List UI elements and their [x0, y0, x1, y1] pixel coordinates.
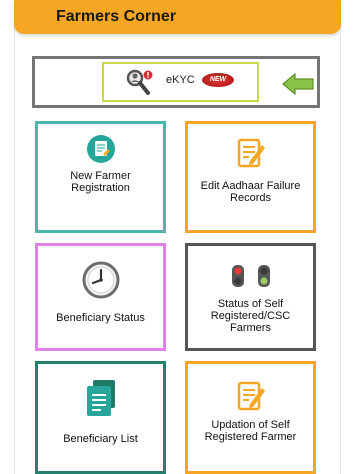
edit-document-icon [237, 138, 265, 168]
traffic-light-icon [231, 265, 270, 287]
search-person-icon [126, 69, 153, 95]
beneficiary-status-card[interactable]: Beneficiary Status [35, 243, 166, 351]
farmer-registration-icon [86, 135, 115, 163]
new-badge: NEW [202, 73, 234, 87]
header-title: Farmers Corner [56, 8, 177, 25]
card-label: Updation of Self Registered Farmer [204, 419, 297, 443]
edit-aadhaar-failure-records-card[interactable]: Edit Aadhaar Failure Records [185, 121, 316, 233]
updation-self-registered-farmer-card[interactable]: Updation of Self Registered Farmer [185, 361, 316, 474]
farmers-corner-header: Farmers Corner [14, 0, 341, 34]
card-label: New Farmer Registration [70, 170, 131, 194]
new-farmer-registration-card[interactable]: New Farmer Registration [35, 121, 166, 233]
card-label: Status of Self Registered/CSC Farmers [210, 298, 291, 334]
self-registered-status-card[interactable]: Status of Self Registered/CSC Farmers [185, 243, 316, 351]
card-label: Beneficiary List [63, 433, 138, 445]
ekyc-label[interactable]: eKYC [166, 74, 195, 86]
card-label: Edit Aadhaar Failure Records [200, 180, 301, 204]
beneficiary-list-card[interactable]: Beneficiary List [35, 361, 166, 474]
card-label: Beneficiary Status [56, 312, 145, 324]
arrow-left-icon [282, 72, 314, 96]
clock-icon [82, 261, 119, 299]
document-list-icon [86, 380, 115, 416]
edit-document-icon [237, 381, 265, 411]
